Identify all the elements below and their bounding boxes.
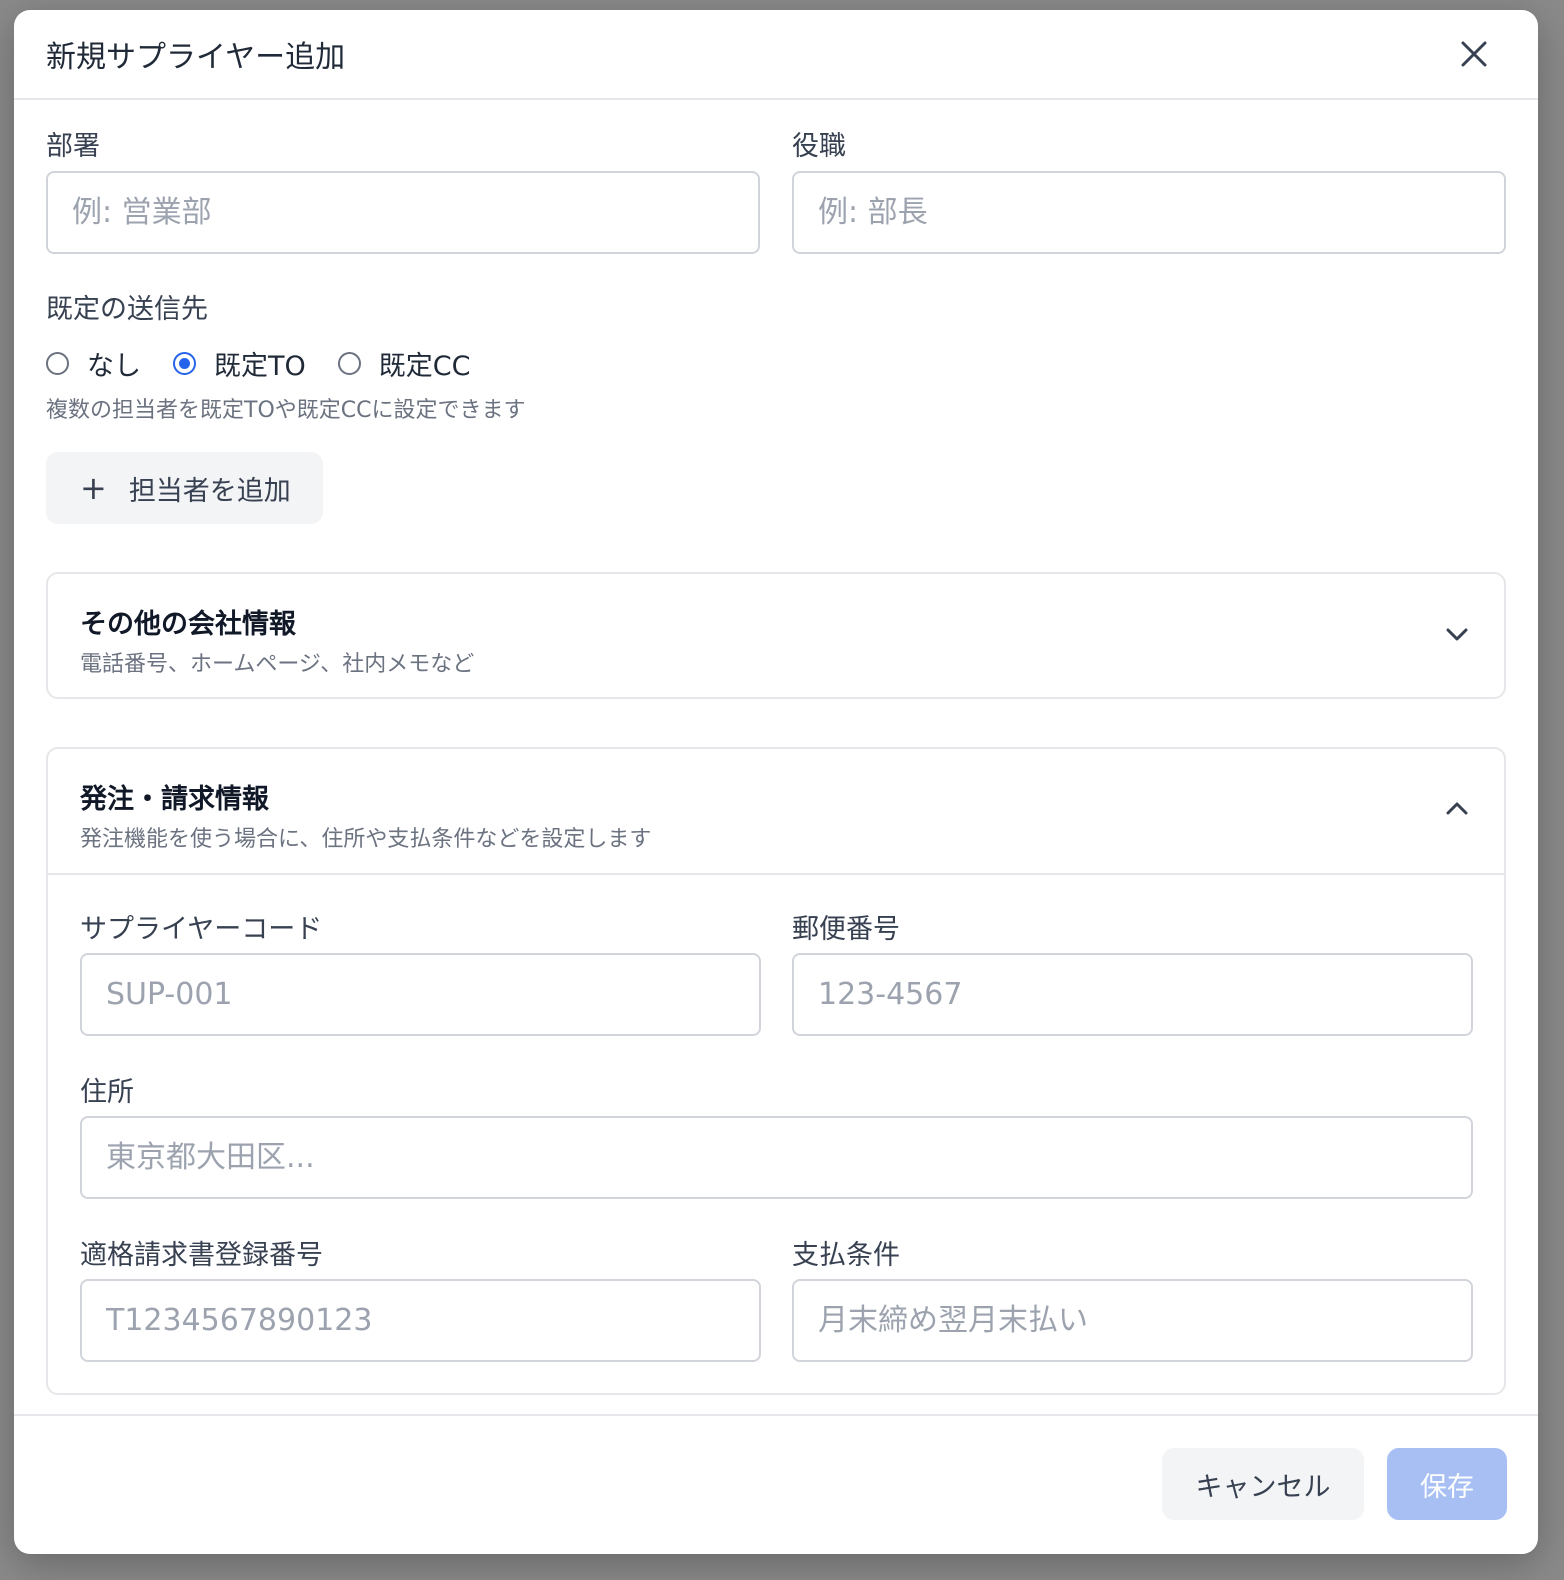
- default-recipient-label: 既定の送信先: [46, 294, 208, 325]
- add-contact-button[interactable]: + 担当者を追加: [46, 452, 323, 524]
- dialog-title: 新規サプライヤー追加: [46, 40, 346, 75]
- other-info-section: その他の会社情報 電話番号、ホームページ、社内メモなど: [46, 572, 1506, 699]
- invoice-number-label: 適格請求書登録番号: [80, 1240, 323, 1271]
- radio-default-cc-circle[interactable]: [337, 352, 361, 375]
- save-button[interactable]: 保存: [1387, 1448, 1507, 1520]
- supplier-code-input[interactable]: [80, 953, 761, 1036]
- radio-none[interactable]: なし: [46, 344, 141, 383]
- plus-icon: +: [80, 469, 107, 507]
- radio-default-to-circle[interactable]: [173, 352, 196, 375]
- other-info-title: その他の会社情報: [80, 609, 296, 640]
- dialog-footer: キャンセル 保存: [14, 1414, 1538, 1554]
- department-label: 部署: [46, 131, 100, 162]
- order-billing-header[interactable]: 発注・請求情報 発注機能を使う場合に、住所や支払条件などを設定します: [48, 749, 1504, 875]
- position-input[interactable]: [792, 171, 1506, 254]
- radio-default-cc[interactable]: 既定CC: [337, 344, 471, 383]
- other-info-subtitle: 電話番号、ホームページ、社内メモなど: [80, 652, 475, 677]
- radio-default-to-label: 既定TO: [214, 351, 306, 382]
- radio-default-to[interactable]: 既定TO: [173, 344, 306, 383]
- invoice-number-input[interactable]: [80, 1279, 761, 1362]
- payment-terms-label: 支払条件: [792, 1240, 900, 1271]
- payment-terms-input[interactable]: [792, 1279, 1473, 1362]
- dialog-header: 新規サプライヤー追加: [14, 10, 1538, 100]
- chevron-down-icon: [1446, 628, 1468, 641]
- order-billing-title: 発注・請求情報: [80, 784, 269, 815]
- cancel-button[interactable]: キャンセル: [1162, 1448, 1364, 1520]
- recipient-hint: 複数の担当者を既定TOや既定CCに設定できます: [46, 398, 526, 423]
- radio-none-label: なし: [87, 351, 141, 382]
- order-billing-subtitle: 発注機能を使う場合に、住所や支払条件などを設定します: [80, 827, 652, 852]
- radio-default-cc-label: 既定CC: [378, 351, 471, 382]
- postal-code-input[interactable]: [792, 953, 1473, 1036]
- supplier-code-label: サプライヤーコード: [80, 914, 323, 945]
- default-recipient-radio-group: なし 既定TO 既定CC: [46, 344, 502, 383]
- order-billing-section: 発注・請求情報 発注機能を使う場合に、住所や支払条件などを設定します サプライヤ…: [46, 747, 1506, 1395]
- address-label: 住所: [80, 1077, 134, 1108]
- chevron-up-icon: [1446, 802, 1468, 815]
- department-input[interactable]: [46, 171, 760, 254]
- radio-none-circle[interactable]: [46, 352, 69, 375]
- add-supplier-dialog: 新規サプライヤー追加 部署 役職 既定の送信先 なし 既定TO 既定CC: [14, 10, 1538, 1554]
- add-contact-label: 担当者を追加: [128, 475, 291, 507]
- dialog-body: 部署 役職 既定の送信先 なし 既定TO 既定CC 複数の担当者を既定TOや既定…: [14, 100, 1538, 1414]
- address-input[interactable]: [80, 1116, 1473, 1199]
- close-button[interactable]: [1454, 34, 1494, 74]
- close-icon: [1461, 41, 1487, 67]
- position-label: 役職: [792, 131, 846, 162]
- other-info-header[interactable]: その他の会社情報 電話番号、ホームページ、社内メモなど: [48, 574, 1504, 698]
- postal-code-label: 郵便番号: [792, 914, 900, 945]
